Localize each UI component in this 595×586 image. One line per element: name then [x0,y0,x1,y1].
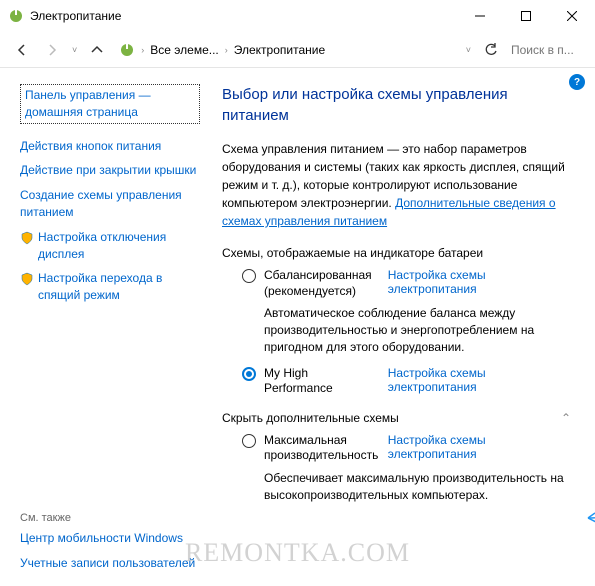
app-icon [8,8,24,24]
forward-button[interactable] [38,36,66,64]
title-bar: Электропитание [0,0,595,32]
crumb-all[interactable]: Все элеме... [150,43,218,57]
plan-name[interactable]: Сбалансированная (рекомендуется) [264,268,380,299]
sidebar-link[interactable]: Действия кнопок питания [20,134,200,159]
annotation-arrow-icon [580,488,595,528]
plan-settings-link[interactable]: Настройка схемы электропитания [388,366,571,394]
plan-settings-link[interactable]: Настройка схемы электропитания [388,433,571,461]
crumb-chevron-icon[interactable]: ˅ [462,45,475,55]
refresh-button[interactable] [477,36,505,64]
help-icon[interactable]: ? [569,74,585,90]
sidebar-link[interactable]: Действие при закрытии крышки [20,158,200,183]
page-title: Выбор или настройка схемы управления пит… [222,84,571,126]
plan-name[interactable]: Максимальная производительность [264,433,380,464]
hide-additional-label[interactable]: Скрыть дополнительные схемы [222,411,399,425]
shield-icon [20,231,34,245]
crumb-power[interactable]: Электропитание [234,43,325,57]
maximize-button[interactable] [503,0,549,32]
power-plan-ultimate: Максимальная производительность Настройк… [222,433,571,504]
plan-settings-link[interactable]: Настройка схемы электропитания [388,268,571,296]
search-input[interactable] [507,41,587,59]
sidebar: Панель управления — домашняя страница Де… [0,68,210,586]
power-plan-balanced: Сбалансированная (рекомендуется) Настрой… [222,268,571,356]
sidebar-link[interactable]: Настройка отключения дисплея [38,229,200,263]
power-plan-myhigh: My High Performance Настройка схемы элек… [222,366,571,397]
sidebar-link[interactable]: Настройка перехода в спящий режим [38,270,200,304]
chevron-right-icon: › [225,45,228,55]
plan-name[interactable]: My High Performance [264,366,380,397]
battery-section-label: Схемы, отображаемые на индикаторе батаре… [222,246,571,260]
battery-icon [119,42,135,58]
page-description: Схема управления питанием — это набор па… [222,140,571,230]
sidebar-bottom-link[interactable]: Центр мобильности Windows [20,526,200,551]
breadcrumb[interactable]: › Все элеме... › Электропитание [113,42,459,58]
sidebar-link[interactable]: Создание схемы управления питанием [20,183,200,225]
main-panel: ? Выбор или настройка схемы управления п… [210,68,595,586]
nav-bar: ˅ › Все элеме... › Электропитание ˅ [0,32,595,68]
chevron-right-icon: › [141,45,144,55]
see-also-label: См. также [20,506,200,526]
plan-description: Автоматическое соблюдение баланса между … [242,305,571,355]
shield-icon [20,272,34,286]
plan-radio[interactable] [242,269,256,283]
collapse-chevron-icon[interactable]: ⌃ [561,411,571,425]
control-panel-home-link[interactable]: Панель управления — домашняя страница [20,84,200,124]
plan-description: Обеспечивает максимальную производительн… [242,470,571,504]
recent-chevron-icon[interactable]: ˅ [68,45,81,55]
up-button[interactable] [83,36,111,64]
back-button[interactable] [8,36,36,64]
plan-radio[interactable] [242,434,256,448]
sidebar-bottom-link[interactable]: Учетные записи пользователей [20,551,200,576]
window-title: Электропитание [30,9,457,23]
close-button[interactable] [549,0,595,32]
minimize-button[interactable] [457,0,503,32]
plan-radio-selected[interactable] [242,367,256,381]
